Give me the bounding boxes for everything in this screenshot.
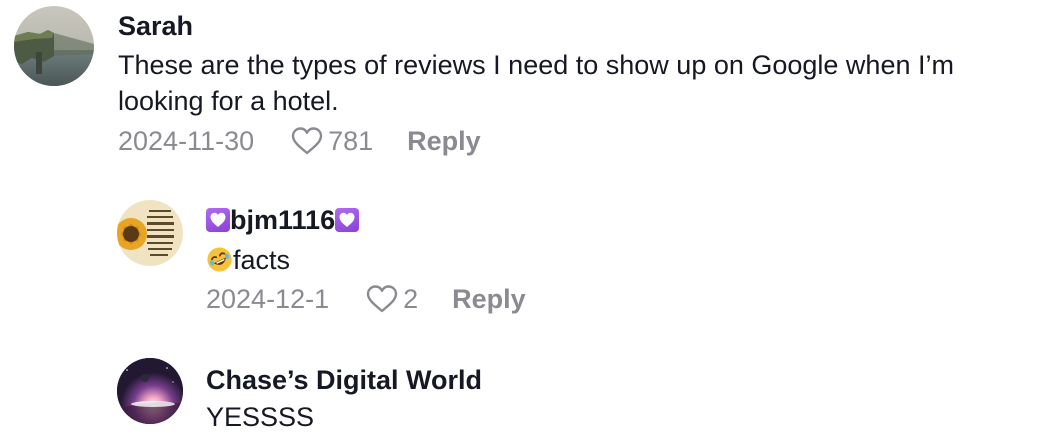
- reply-meta: 2024-12-1 2 Reply: [206, 282, 526, 316]
- reply-button[interactable]: Reply: [407, 126, 481, 157]
- like-button[interactable]: 781: [290, 126, 373, 157]
- comment-date: 2024-11-30: [118, 125, 255, 156]
- reply-text: facts: [206, 242, 290, 278]
- space-galaxy-avatar-icon: [117, 358, 183, 424]
- rolling-laughing-emoji-icon: [207, 247, 232, 272]
- comment-text: These are the types of reviews I need to…: [118, 50, 954, 116]
- purple-heart-icon: [206, 208, 230, 232]
- reply-bjm1116: bjm1116 facts 2024-12-1 2 Reply: [0, 190, 1048, 330]
- reply-text-content: facts: [233, 245, 291, 275]
- sunflower-quote-avatar-icon: [117, 200, 183, 266]
- avatar[interactable]: [117, 200, 183, 266]
- like-count: 2: [403, 283, 419, 314]
- comment-sarah: Sarah These are the types of reviews I n…: [0, 0, 1048, 170]
- reply-button[interactable]: Reply: [452, 284, 526, 315]
- reply-author[interactable]: Chase’s Digital World: [206, 364, 482, 396]
- heart-outline-icon: [291, 127, 323, 155]
- reply-date: 2024-12-1: [206, 283, 330, 314]
- cliff-photo-avatar-icon: [14, 6, 94, 86]
- avatar[interactable]: [117, 358, 183, 424]
- reply-chase: Chase’s Digital World YESSSS: [0, 350, 1048, 442]
- avatar[interactable]: [14, 6, 94, 86]
- comment-author[interactable]: Sarah: [118, 10, 193, 42]
- reply-author-name: bjm1116: [230, 205, 336, 235]
- comment-meta: 2024-11-30 781 Reply: [118, 124, 481, 158]
- heart-outline-icon: [366, 285, 398, 313]
- like-count: 781: [328, 125, 374, 156]
- reply-text: YESSSS: [206, 402, 315, 432]
- like-button[interactable]: 2: [365, 284, 418, 315]
- purple-heart-icon: [335, 208, 360, 232]
- reply-author[interactable]: bjm1116: [206, 204, 360, 236]
